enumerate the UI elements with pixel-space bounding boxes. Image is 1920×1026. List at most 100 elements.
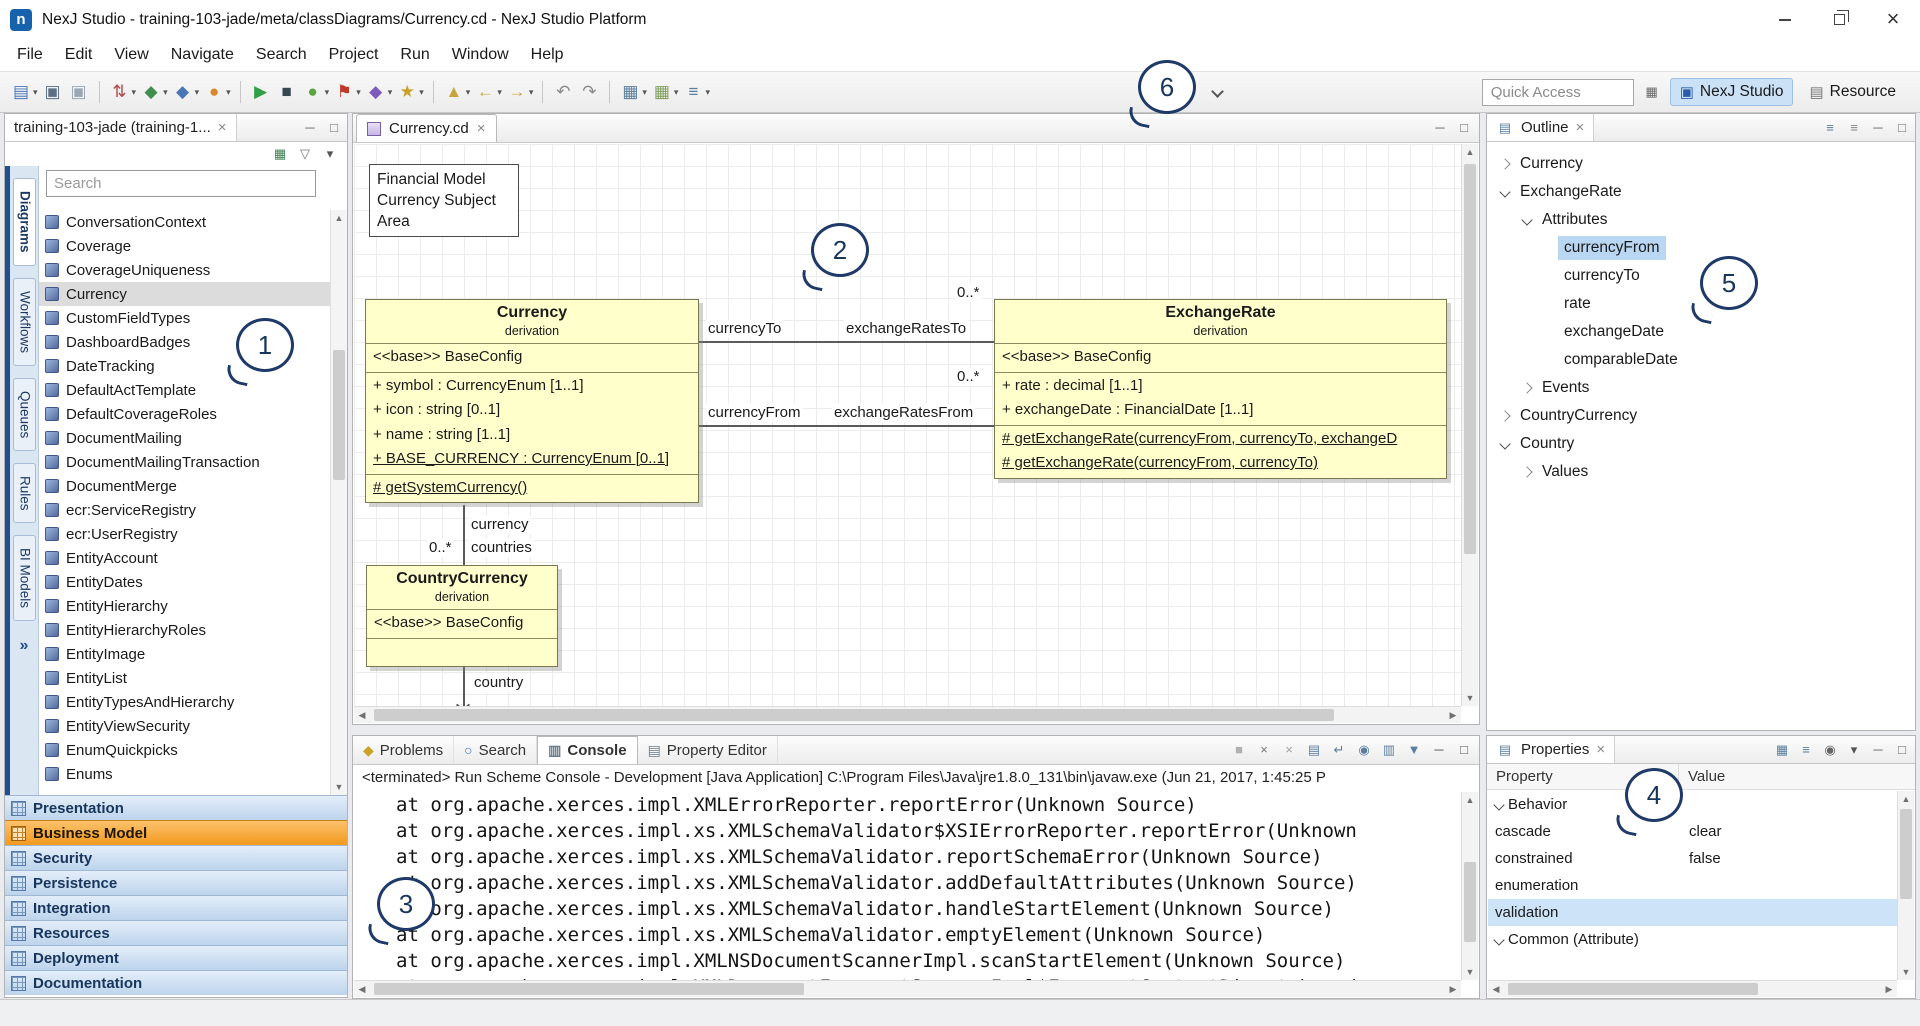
layer-persistence[interactable]: Persistence bbox=[5, 870, 347, 895]
explorer-item[interactable]: DateTracking bbox=[39, 354, 330, 378]
filter-icon[interactable]: ▽ bbox=[296, 145, 314, 163]
tree-item[interactable]: CountryCurrency bbox=[1487, 402, 1915, 430]
tree-chevron-icon[interactable] bbox=[1517, 384, 1536, 392]
explorer-item[interactable]: Currency bbox=[39, 282, 330, 306]
scroll-left-button[interactable] bbox=[354, 707, 370, 723]
properties-horizontal-scrollbar[interactable] bbox=[1488, 980, 1897, 997]
open-perspective-icon[interactable]: ▦ bbox=[1643, 83, 1661, 101]
scroll-left-button[interactable] bbox=[1488, 981, 1504, 997]
display-console-icon[interactable]: ▼ bbox=[1405, 741, 1423, 759]
tree-item[interactable]: exchangeDate bbox=[1487, 318, 1915, 346]
minimize-icon[interactable]: ─ bbox=[301, 119, 319, 137]
edge-label[interactable]: countries bbox=[469, 539, 534, 557]
perspective-resource[interactable]: ▤ Resource bbox=[1799, 78, 1906, 106]
dump-icon[interactable]: ◆ ▾ bbox=[140, 81, 168, 103]
class-operation[interactable]: # getSystemCurrency() bbox=[373, 476, 691, 501]
connections-icon[interactable]: ◆ ▾ bbox=[172, 81, 200, 103]
save-icon[interactable]: ▣ ▾ bbox=[42, 81, 64, 103]
minimize-icon[interactable]: ─ bbox=[1869, 741, 1887, 759]
tab-console[interactable]: ▥ Console bbox=[537, 736, 637, 764]
tree-chevron-icon[interactable] bbox=[1495, 440, 1514, 448]
side-tab-bi-models[interactable]: BI Models bbox=[13, 535, 36, 621]
menu-edit[interactable]: Edit bbox=[54, 42, 104, 68]
view-menu-icon[interactable]: ▾ bbox=[1845, 741, 1863, 759]
class-attribute[interactable]: + name : string [1..1] bbox=[373, 423, 691, 448]
search-input[interactable] bbox=[46, 170, 316, 197]
column-property[interactable]: Property bbox=[1487, 764, 1679, 789]
user-icon[interactable]: ● ▾ bbox=[203, 81, 231, 103]
multiplicity-label[interactable]: 0..* bbox=[427, 539, 454, 557]
explorer-item[interactable]: Coverage bbox=[39, 234, 330, 258]
flag-icon[interactable]: ⚑ ▾ bbox=[333, 81, 361, 103]
explorer-item[interactable]: DocumentMailing bbox=[39, 426, 330, 450]
scroll-down-button[interactable] bbox=[1462, 690, 1478, 706]
side-tab-rules[interactable]: Rules bbox=[13, 463, 36, 524]
property-row[interactable]: Common (Attribute) bbox=[1488, 926, 1897, 953]
grid-icon[interactable]: ▦ ▾ bbox=[619, 81, 647, 103]
remove-launches-icon[interactable]: × bbox=[1280, 741, 1298, 759]
scrollbar-thumb[interactable] bbox=[1464, 862, 1476, 942]
toolbar-overflow-chevron-icon[interactable] bbox=[1213, 83, 1222, 101]
class-operation[interactable]: # getExchangeRate(currencyFrom, currency… bbox=[1002, 451, 1439, 476]
minimize-icon[interactable]: ─ bbox=[1431, 119, 1449, 137]
scrollbar-thumb[interactable] bbox=[1464, 164, 1476, 554]
maximize-icon[interactable]: □ bbox=[1893, 741, 1911, 759]
property-row[interactable]: validation bbox=[1488, 899, 1897, 926]
explorer-item[interactable]: DefaultActTemplate bbox=[39, 378, 330, 402]
edge-label[interactable]: currencyFrom bbox=[706, 404, 803, 422]
terminate-icon[interactable]: ■ bbox=[1230, 741, 1248, 759]
explorer-tab[interactable]: training-103-jade (training-1... bbox=[5, 114, 237, 141]
show-categories-icon[interactable]: ▦ bbox=[1773, 741, 1791, 759]
edge-label[interactable]: currencyTo bbox=[706, 320, 783, 338]
explorer-item[interactable]: EntityHierarchy bbox=[39, 594, 330, 618]
scroll-down-button[interactable] bbox=[331, 779, 347, 795]
properties-vertical-scrollbar[interactable] bbox=[1897, 791, 1914, 980]
open-console-icon[interactable]: ▥ bbox=[1380, 741, 1398, 759]
minimize-icon[interactable]: ─ bbox=[1430, 741, 1448, 759]
class-attribute[interactable]: + symbol : CurrencyEnum [1..1] bbox=[373, 374, 691, 399]
diagram-canvas[interactable]: Financial ModelCurrency SubjectArea curr… bbox=[354, 144, 1461, 706]
tree-chevron-icon[interactable] bbox=[1495, 412, 1514, 420]
explorer-item[interactable]: DocumentMailingTransaction bbox=[39, 450, 330, 474]
scroll-up-button[interactable] bbox=[1462, 144, 1478, 160]
properties-tab[interactable]: ▤ Properties bbox=[1487, 736, 1615, 763]
console-vertical-scrollbar[interactable] bbox=[1461, 792, 1478, 980]
outline-tab[interactable]: ▤ Outline bbox=[1487, 114, 1594, 141]
scroll-right-button[interactable] bbox=[1445, 981, 1461, 997]
edge-label[interactable]: exchangeRatesTo bbox=[844, 320, 968, 338]
explorer-item[interactable]: EntityHierarchyRoles bbox=[39, 618, 330, 642]
maximize-icon[interactable]: □ bbox=[1455, 741, 1473, 759]
tools-icon[interactable]: ◆ ▾ bbox=[365, 81, 393, 103]
close-icon[interactable] bbox=[477, 120, 486, 137]
collapse-all-icon[interactable]: ≡ bbox=[1845, 119, 1863, 137]
layer-presentation[interactable]: Presentation bbox=[5, 795, 347, 820]
explorer-item[interactable]: EntityTypesAndHierarchy bbox=[39, 690, 330, 714]
menu-file[interactable]: File bbox=[6, 42, 54, 68]
undo-icon[interactable]: ↶ ▾ bbox=[552, 81, 574, 103]
multiplicity-label[interactable]: 0..* bbox=[955, 284, 982, 302]
run-icon[interactable]: ▶ ▾ bbox=[250, 81, 272, 103]
explorer-scrollbar[interactable] bbox=[330, 210, 347, 795]
layer-documentation[interactable]: Documentation bbox=[5, 970, 347, 995]
layer-business-model[interactable]: Business Model bbox=[5, 820, 347, 845]
explorer-item[interactable]: EntityDates bbox=[39, 570, 330, 594]
perspective-nexj-studio[interactable]: ▣ NexJ Studio bbox=[1670, 78, 1794, 106]
edge-label[interactable]: currency bbox=[469, 516, 531, 534]
minimize-icon[interactable]: ─ bbox=[1869, 119, 1887, 137]
side-tab-diagrams[interactable]: Diagrams bbox=[13, 178, 36, 266]
explorer-item[interactable]: Enums bbox=[39, 762, 330, 786]
scroll-right-button[interactable] bbox=[1881, 981, 1897, 997]
tab-search[interactable]: ○ Search bbox=[454, 736, 537, 764]
layer-deployment[interactable]: Deployment bbox=[5, 945, 347, 970]
layout-icon[interactable]: ▦ ▾ bbox=[651, 81, 679, 103]
redo-icon[interactable]: ↷ ▾ bbox=[578, 81, 600, 103]
view-menu-icon[interactable]: ▾ bbox=[321, 145, 339, 163]
tree-item[interactable]: currencyTo bbox=[1487, 262, 1915, 290]
tree-chevron-icon[interactable] bbox=[1517, 468, 1536, 476]
align-icon[interactable]: ≡ ▾ bbox=[682, 81, 710, 103]
tree-item[interactable]: comparableDate bbox=[1487, 346, 1915, 374]
class-attribute[interactable]: + BASE_CURRENCY : CurrencyEnum [0..1] bbox=[373, 447, 691, 472]
column-value[interactable]: Value bbox=[1679, 764, 1915, 789]
close-button[interactable] bbox=[1866, 0, 1920, 39]
scroll-down-button[interactable] bbox=[1462, 964, 1478, 980]
